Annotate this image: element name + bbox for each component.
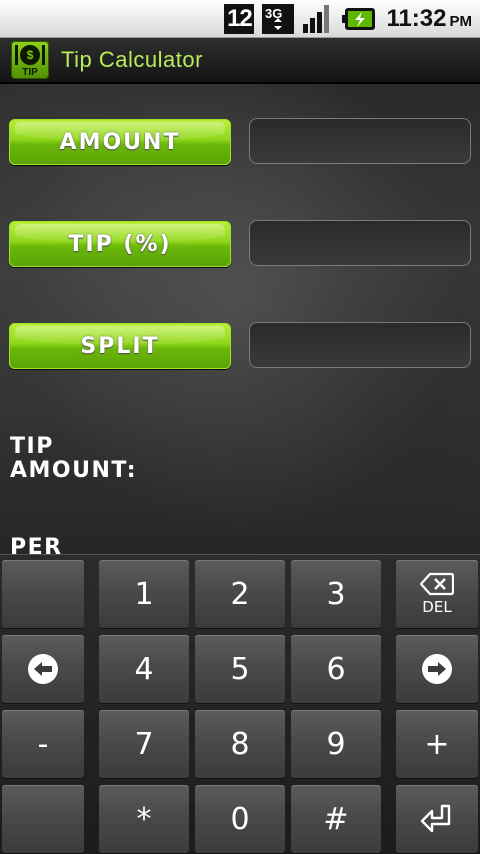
arrow-right-icon [422,654,452,684]
plate-icon: $ [20,45,40,65]
key-0[interactable]: 0 [195,785,285,853]
title-bar: $ TIP Tip Calculator [0,38,480,84]
key-plus[interactable]: + [396,710,478,778]
notification-count-badge: 12 [224,3,255,34]
tip-amount-label: TIP AMOUNT: [10,435,137,483]
key-6[interactable]: 6 [291,635,381,703]
key-minus[interactable]: - [2,710,84,778]
battery-charging-icon [342,7,376,31]
tip-amount-label-line2: AMOUNT: [10,458,137,483]
enter-key[interactable] [396,785,478,853]
key-2[interactable]: 2 [195,560,285,628]
tip-percent-row: TIP (%) [0,220,480,268]
numeric-keyboard: 1 2 3 DEL 4 5 6 - 7 8 9 + * 0 # [0,554,480,854]
clock-ampm: PM [449,12,473,30]
split-button[interactable]: SPLIT [9,323,231,369]
key-8[interactable]: 8 [195,710,285,778]
knife-icon [42,45,45,65]
amount-input[interactable] [249,118,471,164]
cursor-right-key[interactable] [396,635,478,703]
cursor-left-key[interactable] [2,635,84,703]
clock: 11:32 PM [386,5,472,33]
split-input[interactable] [249,322,471,368]
key-9[interactable]: 9 [291,710,381,778]
key-blank-2[interactable] [2,785,84,853]
arrow-left-icon [28,654,58,684]
tip-amount-label-line1: TIP [10,434,54,459]
fork-icon [15,45,18,65]
key-5[interactable]: 5 [195,635,285,703]
key-1[interactable]: 1 [99,560,189,628]
delete-key-label: DEL [422,598,452,616]
app-icon-label: TIP [22,67,38,78]
split-row: SPLIT [0,322,480,370]
per-person-label: PER [10,535,63,555]
enter-icon [420,804,451,833]
main-content: AMOUNT TIP (%) SPLIT TIP AMOUNT: PER [0,84,480,554]
signal-strength-icon [302,4,334,34]
tip-percent-button-label: TIP (%) [68,231,172,257]
tip-percent-button[interactable]: TIP (%) [9,221,231,267]
key-4[interactable]: 4 [99,635,189,703]
clock-time: 11:32 [386,4,447,32]
tip-app-icon: $ TIP [11,41,49,79]
3g-data-icon: 3G [262,3,295,34]
app-title: Tip Calculator [61,47,203,72]
key-7[interactable]: 7 [99,710,189,778]
key-3[interactable]: 3 [291,560,381,628]
svg-text:3G: 3G [265,6,282,21]
delete-key[interactable]: DEL [396,560,478,628]
tip-percent-input[interactable] [249,220,471,266]
key-hash[interactable]: # [291,785,381,853]
backspace-icon [420,572,454,596]
amount-button[interactable]: AMOUNT [9,119,231,165]
status-bar: 12 3G 11:32 PM [0,0,480,38]
key-blank-1[interactable] [2,560,84,628]
split-button-label: SPLIT [80,333,160,359]
amount-row: AMOUNT [0,118,480,166]
amount-button-label: AMOUNT [59,129,181,155]
key-asterisk[interactable]: * [99,785,189,853]
